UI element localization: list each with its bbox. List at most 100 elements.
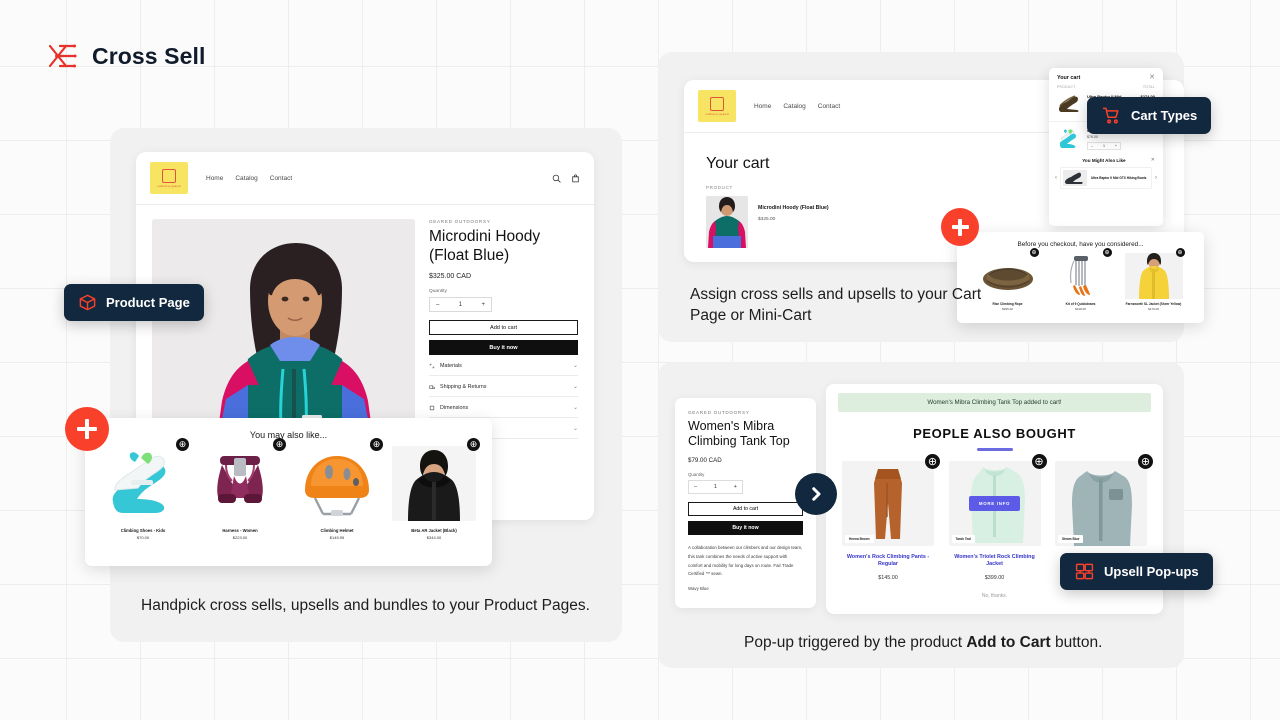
add-to-cart-button[interactable]: Add to cart	[688, 502, 803, 516]
product-thumbnail	[1063, 170, 1087, 186]
cart-icon[interactable]	[571, 173, 580, 183]
quantity-value: 1	[713, 484, 717, 490]
nav-link-home[interactable]: Home	[206, 175, 223, 182]
search-icon[interactable]	[552, 174, 561, 183]
shop-nav-links[interactable]: Home Catalog Contact	[206, 175, 292, 182]
chevron-right-icon[interactable]: ›	[1155, 175, 1157, 181]
mini-cart-upsell-title: You Might Also Like	[1082, 157, 1126, 163]
add-circle-icon[interactable]	[65, 407, 109, 451]
nav-link-catalog[interactable]: Catalog	[783, 103, 805, 110]
product-name: Harness - Women	[222, 528, 258, 533]
product-thumbnail: MORE INFO Tarah Teal	[948, 460, 1041, 546]
checkout-upsell-popup: Before you checkout, have you considered…	[957, 232, 1204, 323]
mini-cart-col-total: TOTAL	[1143, 85, 1155, 89]
recommendations-title: You may also like...	[249, 430, 328, 440]
buy-it-now-button[interactable]: Buy it now	[429, 340, 578, 356]
cart-item-price: $325.00	[758, 217, 776, 222]
quantity-increment[interactable]: +	[481, 302, 485, 308]
product-price: $148.00	[1075, 307, 1086, 312]
nav-link-contact[interactable]: Contact	[818, 103, 840, 110]
recommendation-item[interactable]: ⊕ Beta AR Jacket (Black) $344.00	[392, 438, 480, 540]
product-thumbnail: Henna Brown	[842, 460, 934, 546]
quantity-increment[interactable]: +	[734, 484, 737, 490]
add-target-icon[interactable]: ⊕	[1175, 248, 1185, 257]
add-target-icon[interactable]: ⊕	[370, 438, 383, 451]
page-title: Cross Sell	[92, 42, 206, 69]
more-info-button[interactable]: MORE INFO	[968, 495, 1021, 511]
add-circle-icon[interactable]	[941, 208, 979, 246]
nav-link-contact[interactable]: Contact	[270, 175, 292, 182]
mini-cart-quantity-stepper[interactable]: – 1 +	[1087, 142, 1121, 150]
add-to-cart-button[interactable]: Add to cart	[429, 320, 578, 336]
mini-cart-col-product: PRODUCT	[1057, 85, 1076, 89]
quantity-stepper[interactable]: – 1 +	[688, 480, 743, 494]
accordion-materials[interactable]: Materials ⌄	[429, 362, 578, 377]
add-target-icon[interactable]: ⊕	[1102, 248, 1112, 257]
add-target-icon[interactable]: ⊕	[1138, 453, 1153, 469]
accordion-label: Shipping & Returns	[440, 383, 487, 390]
add-target-icon[interactable]: ⊕	[273, 438, 286, 451]
recommendation-item[interactable]: ⊕ Climbing Shoes - Kids $70.00	[101, 438, 189, 540]
accordion-label: Materials	[440, 362, 462, 369]
chevron-down-icon: ⌄	[572, 363, 578, 370]
product-page-caption: Handpick cross sells, upsells and bundle…	[141, 597, 590, 614]
quantity-value: 1	[1102, 144, 1105, 148]
dimensions-icon	[429, 405, 435, 410]
product-thumbnail	[392, 446, 476, 521]
shopping-cart-icon	[1102, 107, 1119, 124]
product-title: Women's Mibra Climbing Tank Top	[688, 419, 790, 448]
close-icon[interactable]: ✕	[1151, 157, 1155, 163]
product-vendor: GEARED OUTDOORSY	[429, 219, 491, 224]
nav-link-catalog[interactable]: Catalog	[235, 175, 257, 182]
quantity-decrement[interactable]: –	[694, 484, 697, 490]
product-name: Farnsworth SL Jacket (Sheer Yellow)	[1125, 302, 1182, 306]
accordion-dimensions[interactable]: Dimensions ⌄	[429, 404, 578, 419]
quantity-decrement[interactable]: –	[436, 302, 439, 308]
cart-col-product: PRODUCT	[706, 185, 733, 190]
cart-types-badge[interactable]: Cart Types	[1087, 97, 1212, 134]
product-thumbnail	[1057, 128, 1081, 150]
add-target-icon[interactable]: ⊕	[1031, 453, 1047, 469]
accordion-shipping[interactable]: Shipping & Returns ⌄	[429, 383, 578, 398]
added-to-cart-alert: Women's Mibra Climbing Tank Top added to…	[838, 393, 1151, 412]
add-target-icon[interactable]: ⊕	[176, 438, 189, 451]
quantity-stepper[interactable]: – 1 +	[429, 297, 492, 313]
product-vendor: GEARED OUTDOORSY	[688, 410, 750, 415]
no-thanks-link[interactable]: No, thanks.	[826, 593, 1163, 599]
buy-it-now-button[interactable]: Buy it now	[688, 521, 803, 535]
quantity-increment[interactable]: +	[1115, 144, 1117, 148]
upsell-popups-badge[interactable]: Upsell Pop-ups	[1060, 553, 1213, 590]
fade-overlay	[1049, 200, 1163, 226]
mini-cart-card: Your cart ✕ PRODUCT TOTAL Ultra Raptor I…	[1049, 68, 1163, 226]
popup-windows-icon	[1075, 563, 1094, 580]
close-icon[interactable]: ✕	[1149, 74, 1155, 81]
nav-link-home[interactable]: Home	[754, 103, 771, 110]
chevron-left-icon[interactable]: ‹	[1055, 175, 1057, 181]
upsell-item[interactable]: MORE INFO Tarah Teal ⊕ Women's Triolet R…	[948, 453, 1047, 581]
product-thumbnail	[1057, 94, 1081, 116]
product-title: Microdini Hoody (Float Blue)	[429, 228, 541, 264]
badge-label: Upsell Pop-ups	[1104, 564, 1199, 579]
checkout-popup-item[interactable]: ⊕ Farnsworth SL Jacket (Sheer Yellow) $1…	[1124, 248, 1185, 311]
recommendation-item[interactable]: ⊕ Climbing Helmet $145.95	[295, 438, 383, 540]
quantity-decrement[interactable]: –	[1091, 144, 1093, 148]
add-target-icon[interactable]: ⊕	[1029, 248, 1039, 257]
product-page-badge[interactable]: Product Page	[64, 284, 204, 321]
add-target-icon[interactable]: ⊕	[925, 453, 940, 469]
caption-text-part1: Pop-up triggered by the product	[744, 634, 967, 651]
mini-cart-upsell-item[interactable]: Ultra Raptor II Mid GTX Hiking Boots	[1060, 167, 1152, 189]
recommendation-item[interactable]: ⊕ Harness - Women $223.00	[198, 438, 286, 540]
checkout-popup-title: Before you checkout, have you considered…	[1017, 241, 1144, 248]
badge-label: Cart Types	[1131, 108, 1198, 123]
product-thumbnail	[1051, 253, 1110, 299]
checkout-popup-item[interactable]: ⊕ Kit of 9 Quickdraws $148.00	[1051, 248, 1112, 312]
mini-cart-item-price: $76.00	[1087, 135, 1098, 139]
materials-icon	[429, 363, 435, 368]
product-price: $399.00	[984, 574, 1005, 581]
shop-nav-links[interactable]: Home Catalog Contact	[754, 103, 840, 110]
product-price: $145.00	[878, 574, 898, 581]
chevron-right-circle-icon[interactable]	[795, 473, 837, 515]
upsell-item[interactable]: Henna Brown ⊕ Women's Rock Climbing Pant…	[842, 453, 940, 581]
add-target-icon[interactable]: ⊕	[467, 438, 480, 451]
product-price: $79.00 CAD	[688, 457, 722, 464]
